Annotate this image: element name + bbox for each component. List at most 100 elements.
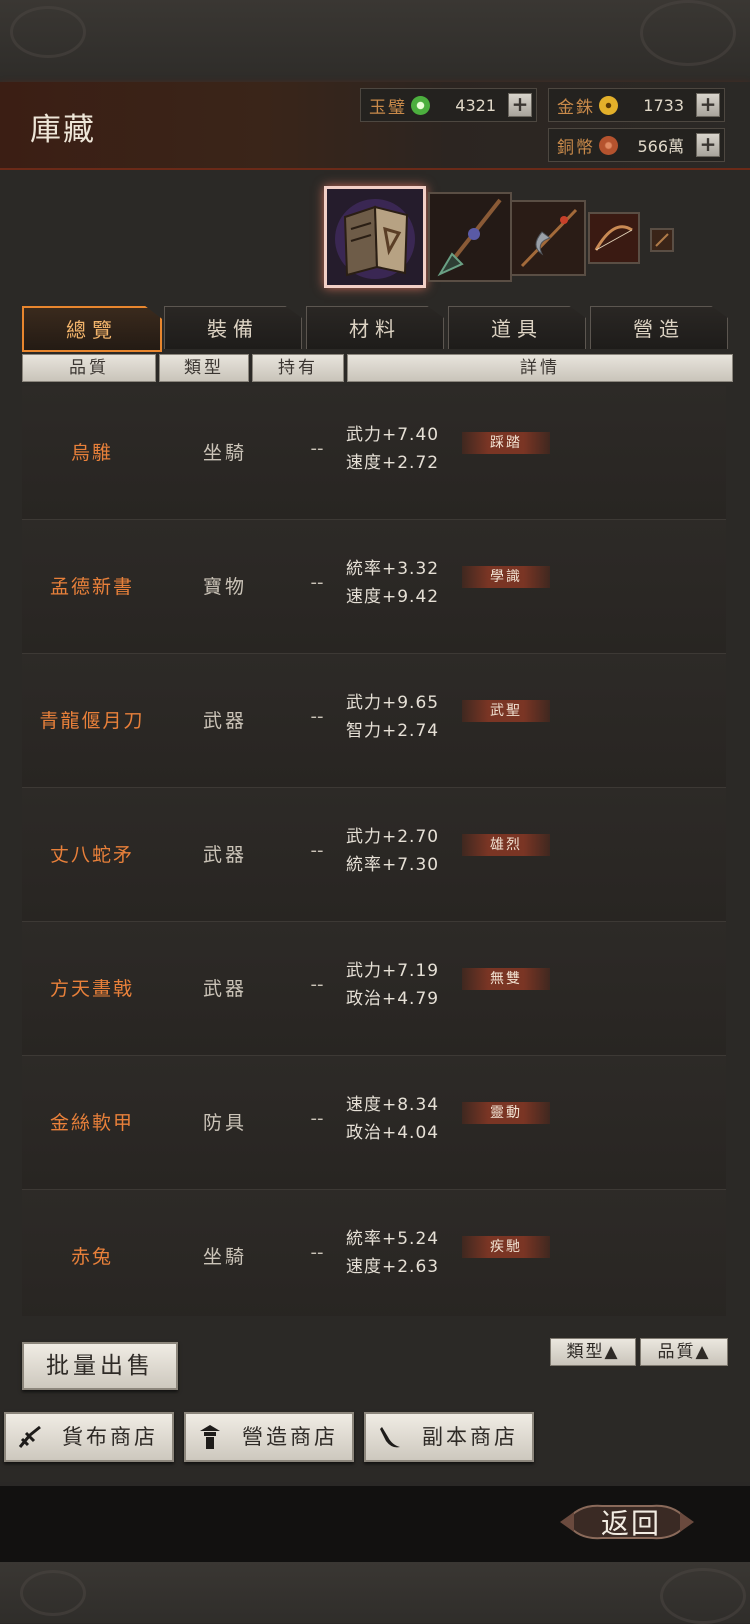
stat-label: 速度 [346,1095,382,1115]
construction-shop-button[interactable]: 營造商店 [184,1412,354,1462]
add-jade-button[interactable]: + [508,93,532,117]
stat-value: +7.40 [382,425,440,445]
item-stat-2: 速度+2.63 [346,1252,439,1277]
skill-badge: 疾馳 [462,1236,550,1258]
add-copper-button[interactable]: + [696,133,720,157]
item-stat-1: 統率+5.24 [346,1224,439,1249]
stat-label: 統率 [346,855,382,875]
stat-value: +2.63 [382,1257,440,1277]
item-type: 武器 [202,710,247,732]
skill-badge: 雄烈 [462,834,550,856]
item-stat-2: 政治+4.79 [346,984,439,1009]
currency-gold: 金銖 1733 + [548,88,725,122]
list-item[interactable]: 赤兔 坐騎 -- 統率+5.24 速度+2.63 疾馳 [22,1190,726,1316]
currency-label: 玉璧 [369,97,407,118]
tab-items[interactable]: 道具 [448,306,586,349]
stat-label: 武力 [346,961,382,981]
spear-icon [430,194,510,280]
stat-label: 武力 [346,425,382,445]
cloud-ornament [640,0,736,66]
item-thumb-halberd[interactable] [510,200,586,276]
column-details[interactable]: 詳情 [347,354,733,382]
cloud-ornament [20,1570,86,1616]
tab-overview[interactable]: 總覽 [22,306,162,352]
stat-label: 武力 [346,693,382,713]
shop-label: 貨布商店 [62,1425,158,1449]
sort-by-quality-button[interactable]: 品質▲ [640,1338,728,1366]
column-quality[interactable]: 品質 [22,354,156,382]
page-title: 庫藏 [30,112,96,148]
item-thumb-bow[interactable] [588,212,640,264]
item-stat-1: 武力+9.65 [346,688,439,713]
back-button[interactable]: 返回 [596,1502,666,1542]
item-stat-2: 政治+4.04 [346,1118,439,1143]
stat-value: +9.65 [382,693,440,713]
add-gold-button[interactable]: + [696,93,720,117]
item-stat-1: 統率+3.32 [346,554,439,579]
item-type: 寶物 [202,576,247,598]
item-stat-2: 統率+7.30 [346,850,439,875]
currency-label: 金銖 [557,97,595,118]
stat-value: +8.34 [382,1095,440,1115]
item-thumb-spear[interactable] [428,192,512,282]
item-thumb-small[interactable] [650,228,674,252]
item-name: 赤兔 [70,1246,113,1268]
stat-label: 速度 [346,453,382,473]
tab-construction[interactable]: 營造 [590,306,728,349]
stat-value: +7.30 [382,855,440,875]
jade-coin-icon [411,95,430,115]
stat-value: +2.72 [382,453,440,473]
stat-value: +9.42 [382,587,440,607]
cloud-ornament [10,6,86,58]
item-thumb-book[interactable] [324,186,426,288]
currency-jade: 玉璧 4321 + [360,88,537,122]
stat-value: +3.32 [382,559,440,579]
stat-value: +4.79 [382,989,440,1009]
currency-copper: 銅幣 566萬 + [548,128,725,162]
top-backdrop [0,0,750,82]
list-item[interactable]: 青龍偃月刀 武器 -- 武力+9.65 智力+2.74 武聖 [22,654,726,788]
skill-badge: 踩踏 [462,432,550,454]
gold-coin-icon [599,95,618,115]
item-name: 孟德新書 [49,576,134,598]
item-name: 烏騅 [70,442,113,464]
tab-equipment[interactable]: 裝備 [164,306,302,349]
item-stat-2: 速度+9.42 [346,582,439,607]
item-stat-2: 智力+2.74 [346,716,439,741]
stat-label: 統率 [346,1229,382,1249]
list-item[interactable]: 孟德新書 寶物 -- 統率+3.32 速度+9.42 學識 [22,520,726,654]
bulk-sell-button[interactable]: 批量出售 [22,1342,178,1390]
stat-value: +2.70 [382,827,440,847]
dungeon-shop-button[interactable]: 副本商店 [364,1412,534,1462]
list-item[interactable]: 烏騅 坐騎 -- 武力+7.40 速度+2.72 踩踏 [22,386,726,520]
column-type[interactable]: 類型 [159,354,249,382]
stat-value: +5.24 [382,1229,440,1249]
currency-shop-button[interactable]: 貨布商店 [4,1412,174,1462]
item-name: 青龍偃月刀 [39,710,145,732]
stat-label: 速度 [346,1257,382,1277]
item-list[interactable]: 烏騅 坐騎 -- 武力+7.40 速度+2.72 踩踏 孟德新書 寶物 -- 統… [22,386,726,1316]
weapon-icon [652,230,672,250]
tab-materials[interactable]: 材料 [306,306,444,349]
skill-badge: 靈動 [462,1102,550,1124]
item-type: 坐騎 [202,442,247,464]
list-item[interactable]: 金絲軟甲 防具 -- 速度+8.34 政治+4.04 靈動 [22,1056,726,1190]
skill-badge: 無雙 [462,968,550,990]
shop-label: 營造商店 [242,1425,338,1449]
item-type: 武器 [202,978,247,1000]
list-item[interactable]: 丈八蛇矛 武器 -- 武力+2.70 統率+7.30 雄烈 [22,788,726,922]
currency-value: 1733 [643,95,684,115]
list-item[interactable]: 方天畫戟 武器 -- 武力+7.19 政治+4.79 無雙 [22,922,726,1056]
stat-label: 政治 [346,989,382,1009]
item-name: 金絲軟甲 [49,1112,134,1134]
column-owned[interactable]: 持有 [252,354,344,382]
stat-value: +2.74 [382,721,440,741]
stat-value: +4.04 [382,1123,440,1143]
stat-label: 武力 [346,827,382,847]
item-stat-2: 速度+2.72 [346,448,439,473]
bow-icon [590,214,638,262]
stat-value: +7.19 [382,961,440,981]
tower-shop-icon [200,1425,220,1449]
shop-label: 副本商店 [422,1425,518,1449]
sort-by-type-button[interactable]: 類型▲ [550,1338,636,1366]
